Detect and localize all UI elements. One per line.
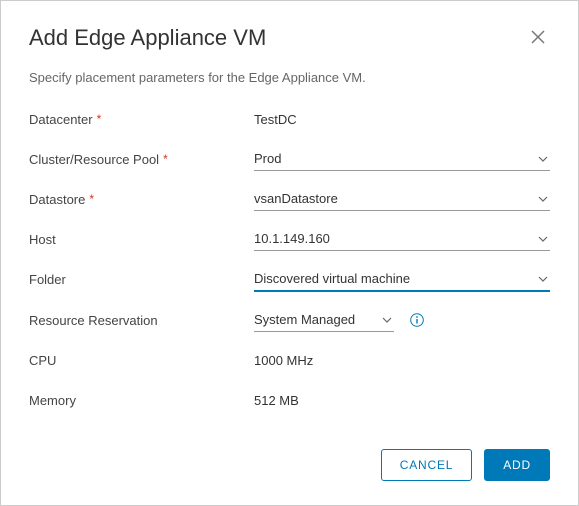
cpu-label: CPU xyxy=(29,353,254,368)
folder-select-value: Discovered virtual machine xyxy=(254,271,410,286)
reservation-label: Resource Reservation xyxy=(29,313,254,328)
reservation-wrap: System Managed xyxy=(254,308,424,332)
dialog-footer: Cancel Add xyxy=(29,433,550,481)
info-icon[interactable] xyxy=(410,313,424,327)
datastore-label: Datastore * xyxy=(29,192,254,207)
datacenter-label-text: Datacenter xyxy=(29,112,93,127)
chevron-down-icon xyxy=(538,276,548,282)
add-edge-appliance-dialog: Add Edge Appliance VM Specify placement … xyxy=(0,0,579,506)
folder-value-col: Discovered virtual machine xyxy=(254,267,550,292)
cpu-label-text: CPU xyxy=(29,353,56,368)
required-marker: * xyxy=(89,192,94,206)
datacenter-label: Datacenter * xyxy=(29,112,254,127)
dialog-header: Add Edge Appliance VM xyxy=(29,25,550,52)
chevron-down-icon xyxy=(538,196,548,202)
cluster-label-text: Cluster/Resource Pool xyxy=(29,152,159,167)
close-icon xyxy=(530,29,546,48)
close-button[interactable] xyxy=(526,25,550,52)
folder-row: Folder Discovered virtual machine xyxy=(29,267,550,292)
memory-value-col: 512 MB xyxy=(254,393,550,408)
chevron-down-icon xyxy=(382,317,392,323)
host-value-col: 10.1.149.160 xyxy=(254,227,550,251)
memory-label: Memory xyxy=(29,393,254,408)
datastore-select-value: vsanDatastore xyxy=(254,191,338,206)
reservation-value-col: System Managed xyxy=(254,308,550,332)
add-button[interactable]: Add xyxy=(484,449,550,481)
host-label: Host xyxy=(29,232,254,247)
reservation-label-text: Resource Reservation xyxy=(29,313,158,328)
datastore-select[interactable]: vsanDatastore xyxy=(254,187,550,211)
memory-label-text: Memory xyxy=(29,393,76,408)
cluster-value-col: Prod xyxy=(254,147,550,171)
folder-select[interactable]: Discovered virtual machine xyxy=(254,267,550,292)
cpu-value-col: 1000 MHz xyxy=(254,353,550,368)
datastore-label-text: Datastore xyxy=(29,192,85,207)
reservation-select[interactable]: System Managed xyxy=(254,308,394,332)
folder-label-text: Folder xyxy=(29,272,66,287)
cluster-select[interactable]: Prod xyxy=(254,147,550,171)
host-label-text: Host xyxy=(29,232,56,247)
cpu-row: CPU 1000 MHz xyxy=(29,348,550,372)
reservation-select-value: System Managed xyxy=(254,312,355,327)
host-select[interactable]: 10.1.149.160 xyxy=(254,227,550,251)
chevron-down-icon xyxy=(538,236,548,242)
required-marker: * xyxy=(163,152,168,166)
memory-row: Memory 512 MB xyxy=(29,388,550,412)
datastore-row: Datastore * vsanDatastore xyxy=(29,187,550,211)
datacenter-value: TestDC xyxy=(254,112,297,127)
cluster-row: Cluster/Resource Pool * Prod xyxy=(29,147,550,171)
memory-value: 512 MB xyxy=(254,393,299,408)
cpu-value: 1000 MHz xyxy=(254,353,313,368)
datastore-value-col: vsanDatastore xyxy=(254,187,550,211)
host-row: Host 10.1.149.160 xyxy=(29,227,550,251)
folder-label: Folder xyxy=(29,272,254,287)
dialog-subtitle: Specify placement parameters for the Edg… xyxy=(29,70,550,85)
reservation-row: Resource Reservation System Managed xyxy=(29,308,550,332)
cluster-select-value: Prod xyxy=(254,151,281,166)
cluster-label: Cluster/Resource Pool * xyxy=(29,152,254,167)
datacenter-value-col: TestDC xyxy=(254,112,550,127)
host-select-value: 10.1.149.160 xyxy=(254,231,330,246)
datacenter-row: Datacenter * TestDC xyxy=(29,107,550,131)
placement-form: Datacenter * TestDC Cluster/Resource Poo… xyxy=(29,107,550,433)
dialog-title: Add Edge Appliance VM xyxy=(29,25,266,51)
cancel-button[interactable]: Cancel xyxy=(381,449,472,481)
chevron-down-icon xyxy=(538,156,548,162)
required-marker: * xyxy=(97,112,102,126)
